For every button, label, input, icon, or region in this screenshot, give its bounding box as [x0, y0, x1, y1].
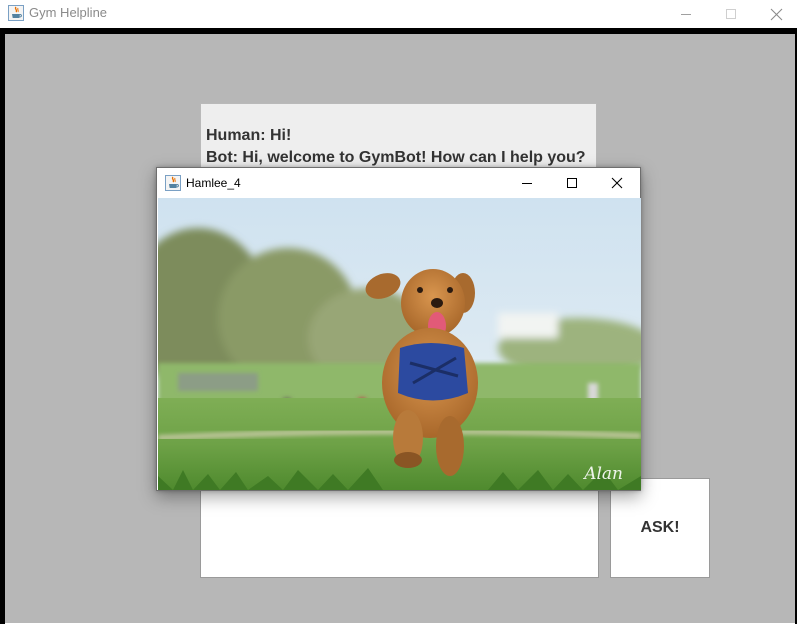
maximize-button[interactable]	[708, 0, 754, 28]
close-icon	[770, 8, 782, 20]
java-app-icon	[8, 5, 24, 21]
photo-watermark: Alan	[584, 464, 623, 484]
minimize-button[interactable]	[663, 0, 709, 28]
main-titlebar[interactable]: Gym Helpline	[0, 0, 797, 28]
ask-button[interactable]: ASK!	[610, 478, 710, 578]
chat-message-human: Human: Hi!	[206, 127, 292, 144]
dog-photo: Alan	[158, 198, 641, 490]
popup-title: Hamlee_4	[186, 176, 241, 190]
popup-maximize-button[interactable]	[549, 168, 595, 198]
popup-close-button[interactable]	[594, 168, 640, 198]
close-button[interactable]	[753, 0, 797, 28]
popup-minimize-button[interactable]	[504, 168, 550, 198]
java-app-icon	[165, 175, 181, 191]
minimize-icon	[522, 183, 532, 184]
maximize-icon	[726, 9, 736, 19]
minimize-icon	[681, 14, 691, 15]
popup-titlebar[interactable]: Hamlee_4	[157, 168, 640, 198]
chat-message-bot: Bot: Hi, welcome to GymBot! How can I he…	[206, 149, 586, 166]
close-icon	[611, 177, 623, 189]
window-title: Gym Helpline	[29, 5, 108, 20]
dog-photo-illustration	[158, 198, 641, 490]
maximize-icon	[567, 178, 577, 188]
image-popup-window[interactable]: Hamlee_4 Alan	[156, 167, 641, 491]
